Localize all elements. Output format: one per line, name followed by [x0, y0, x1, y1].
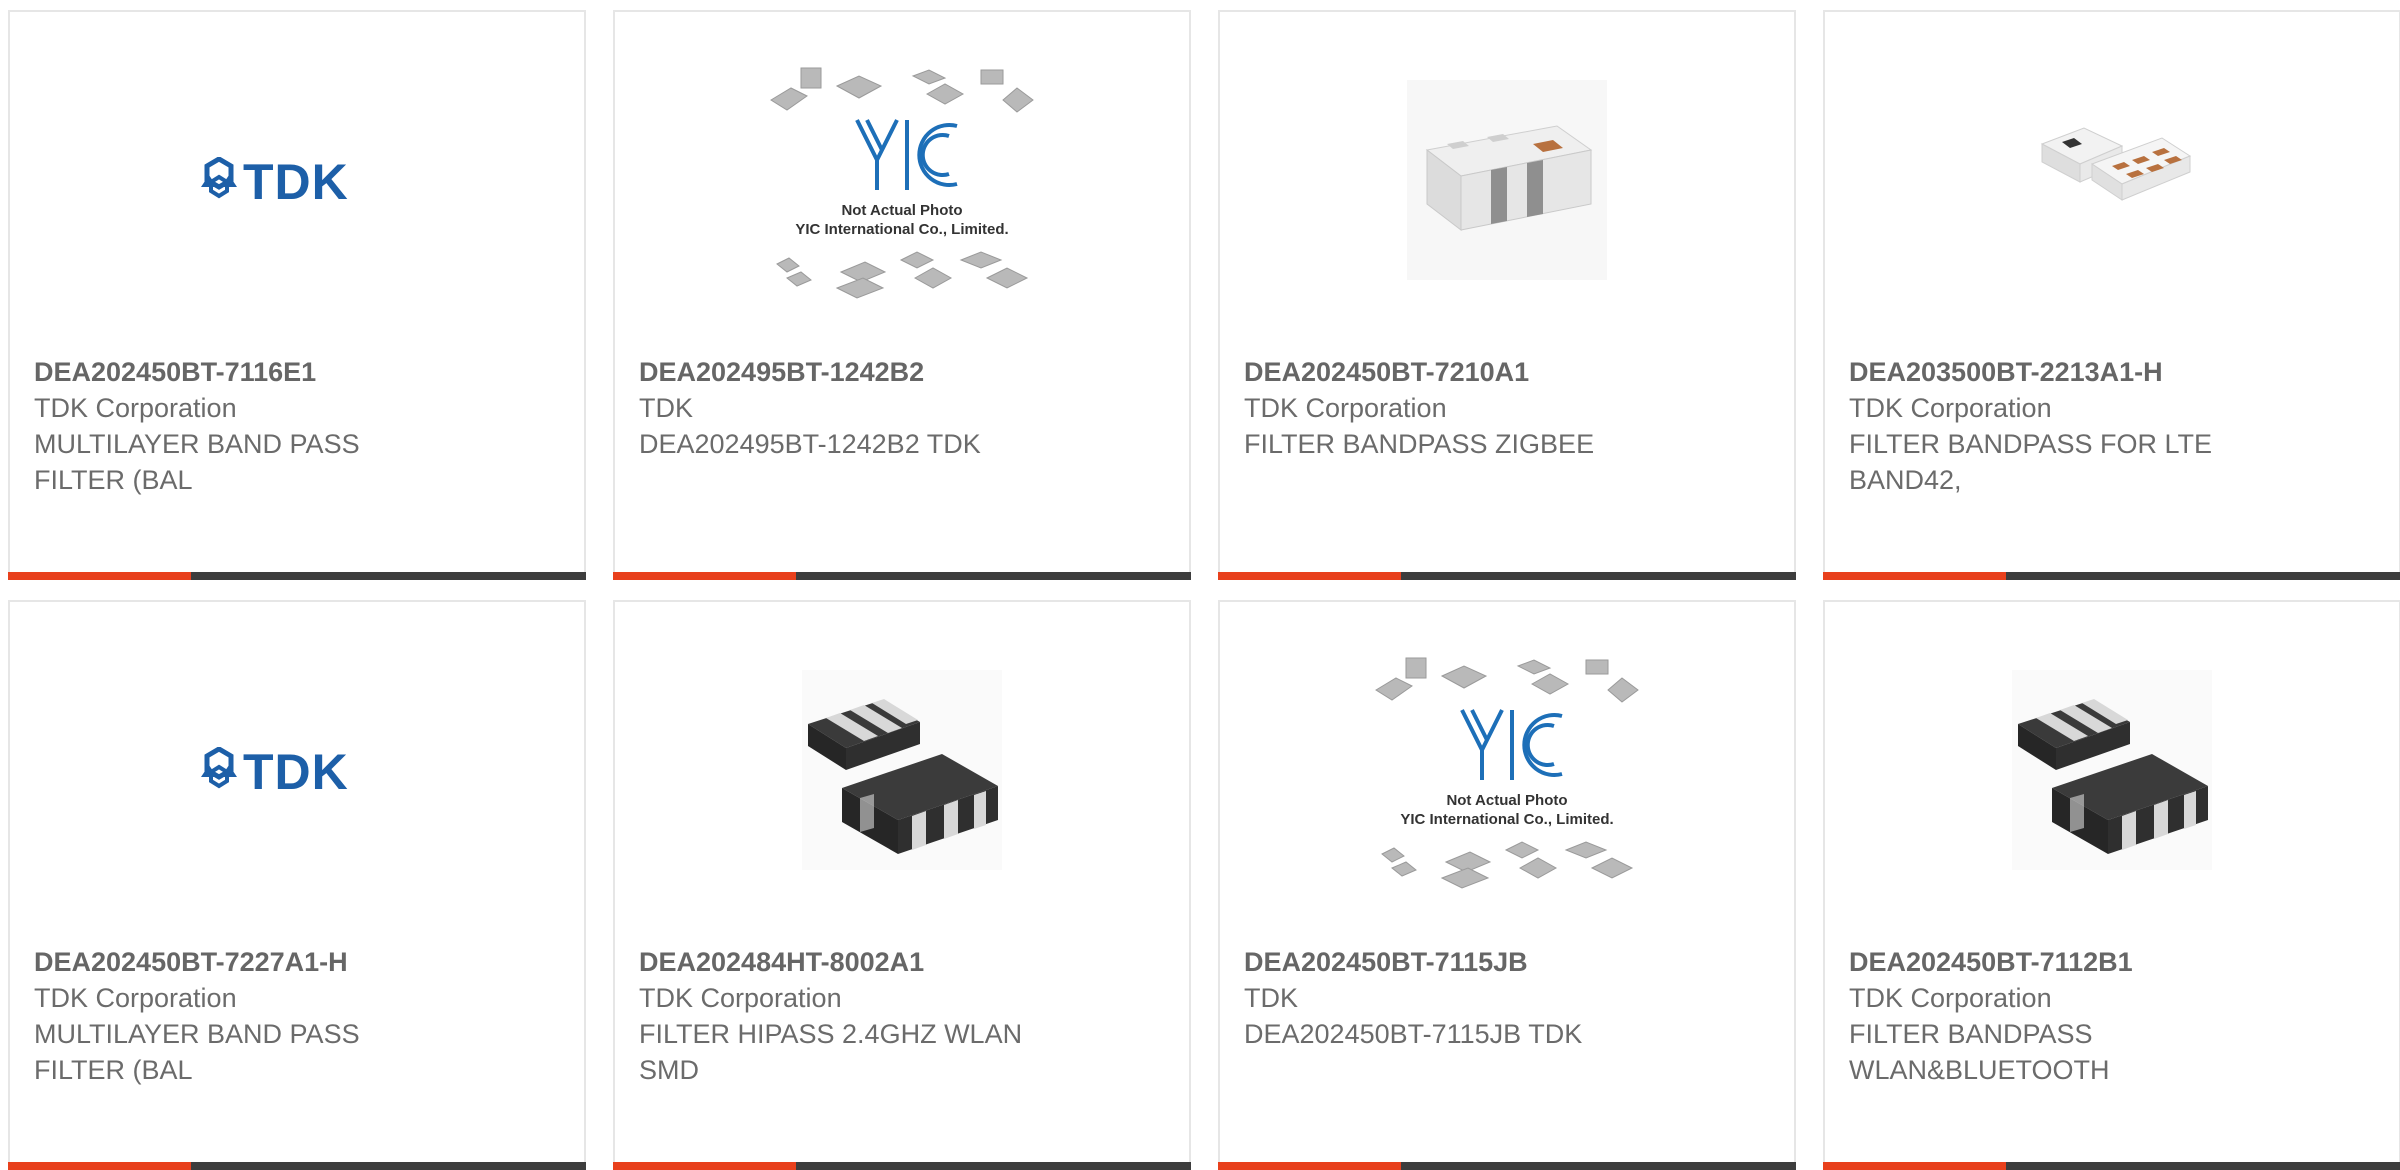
caption-line2: YIC International Co., Limited.	[795, 221, 1008, 238]
card-accent-bar	[1218, 1162, 1401, 1170]
product-image[interactable]	[1825, 602, 2399, 937]
manufacturer: TDK Corporation	[34, 393, 237, 423]
card-bottom-bar	[613, 572, 1191, 580]
caption-line1: Not Actual Photo	[841, 202, 962, 219]
caption-line2: YIC International Co., Limited.	[1400, 811, 1613, 828]
card-accent-bar	[613, 572, 796, 580]
card-accent-bar	[613, 1162, 796, 1170]
part-number-link[interactable]: DEA202450BT-7116E1	[34, 354, 560, 390]
description: MULTILAYER BAND PASS FILTER (BAL	[34, 1019, 360, 1085]
card-bottom-bar	[1218, 572, 1796, 580]
yic-placeholder-image: Not Actual Photo YIC International Co., …	[770, 67, 1034, 299]
product-info: DEA202450BT-7210A1 TDK Corporation FILTE…	[1244, 354, 1770, 462]
description: FILTER HIPASS 2.4GHZ WLAN SMD	[639, 1019, 1023, 1085]
description: FILTER BANDPASS ZIGBEE	[1244, 429, 1595, 459]
card-accent-bar	[8, 1162, 191, 1170]
product-image[interactable]: TDK	[10, 602, 584, 937]
card-accent-bar	[1823, 1162, 2006, 1170]
product-card[interactable]: TDK DEA202450BT-7227A1-H TDK Corporation…	[8, 600, 586, 1170]
product-image[interactable]: TDK	[10, 12, 584, 347]
white-chip-image	[1407, 79, 1607, 280]
manufacturer: TDK Corporation	[639, 983, 842, 1013]
card-accent-bar	[1823, 572, 2006, 580]
description: DEA202450BT-7115JB TDK	[1244, 1019, 1583, 1049]
product-info: DEA203500BT-2213A1-H TDK Corporation FIL…	[1849, 354, 2375, 498]
description: DEA202495BT-1242B2 TDK	[639, 429, 981, 459]
description: MULTILAYER BAND PASS FILTER (BAL	[34, 429, 360, 495]
tdk-logo-icon: TDK	[201, 746, 349, 793]
product-info: DEA202450BT-7115JB TDK DEA202450BT-7115J…	[1244, 944, 1770, 1052]
part-number-link[interactable]: DEA202495BT-1242B2	[639, 354, 1165, 390]
description: FILTER BANDPASS FOR LTE BAND42,	[1849, 429, 2213, 495]
product-card[interactable]: DEA203500BT-2213A1-H TDK Corporation FIL…	[1823, 10, 2400, 580]
description: FILTER BANDPASS WLAN&BLUETOOTH	[1849, 1019, 2110, 1085]
product-info: DEA202450BT-7112B1 TDK Corporation FILTE…	[1849, 944, 2375, 1088]
black-chip-image	[2012, 669, 2212, 870]
product-info: DEA202495BT-1242B2 TDK DEA202495BT-1242B…	[639, 354, 1165, 462]
product-image[interactable]	[1220, 12, 1794, 347]
part-number-link[interactable]: DEA202450BT-7115JB	[1244, 944, 1770, 980]
card-accent-bar	[1218, 572, 1401, 580]
manufacturer: TDK Corporation	[1849, 983, 2052, 1013]
part-number-link[interactable]: DEA202450BT-7227A1-H	[34, 944, 560, 980]
card-bottom-bar	[613, 1162, 1191, 1170]
yic-placeholder-image: Not Actual Photo YIC International Co., …	[1375, 657, 1639, 889]
product-card[interactable]: DEA202450BT-7210A1 TDK Corporation FILTE…	[1218, 10, 1796, 580]
manufacturer: TDK Corporation	[1849, 393, 2052, 423]
product-card[interactable]: Not Actual Photo YIC International Co., …	[1218, 600, 1796, 1170]
card-bottom-bar	[8, 1162, 586, 1170]
product-info: DEA202450BT-7116E1 TDK Corporation MULTI…	[34, 354, 560, 498]
product-image[interactable]	[615, 602, 1189, 937]
card-accent-bar	[8, 572, 191, 580]
card-bottom-bar	[8, 572, 586, 580]
product-image[interactable]: Not Actual Photo YIC International Co., …	[1220, 602, 1794, 937]
part-number-link[interactable]: DEA202450BT-7210A1	[1244, 354, 1770, 390]
product-info: DEA202450BT-7227A1-H TDK Corporation MUL…	[34, 944, 560, 1088]
product-info: DEA202484HT-8002A1 TDK Corporation FILTE…	[639, 944, 1165, 1088]
tdk-logo-text: TDK	[243, 747, 349, 793]
caption-line1: Not Actual Photo	[1446, 792, 1567, 809]
manufacturer: TDK	[639, 393, 693, 423]
part-number-link[interactable]: DEA202484HT-8002A1	[639, 944, 1165, 980]
manufacturer: TDK Corporation	[34, 983, 237, 1013]
product-card[interactable]: DEA202484HT-8002A1 TDK Corporation FILTE…	[613, 600, 1191, 1170]
manufacturer: TDK	[1244, 983, 1298, 1013]
part-number-link[interactable]: DEA203500BT-2213A1-H	[1849, 354, 2375, 390]
part-number-link[interactable]: DEA202450BT-7112B1	[1849, 944, 2375, 980]
product-card[interactable]: DEA202450BT-7112B1 TDK Corporation FILTE…	[1823, 600, 2400, 1170]
card-bottom-bar	[1218, 1162, 1796, 1170]
black-chip-image	[802, 669, 1002, 870]
product-card[interactable]: Not Actual Photo YIC International Co., …	[613, 10, 1191, 580]
tdk-logo-text: TDK	[243, 157, 349, 203]
card-bottom-bar	[1823, 1162, 2400, 1170]
product-grid: TDK DEA202450BT-7116E1 TDK Corporation M…	[8, 10, 2400, 1170]
product-image[interactable]: Not Actual Photo YIC International Co., …	[615, 12, 1189, 347]
card-bottom-bar	[1823, 572, 2400, 580]
tdk-logo-icon: TDK	[201, 156, 349, 203]
product-image[interactable]	[1825, 12, 2399, 347]
white-chip-pads-image	[2040, 126, 2192, 201]
product-card[interactable]: TDK DEA202450BT-7116E1 TDK Corporation M…	[8, 10, 586, 580]
manufacturer: TDK Corporation	[1244, 393, 1447, 423]
